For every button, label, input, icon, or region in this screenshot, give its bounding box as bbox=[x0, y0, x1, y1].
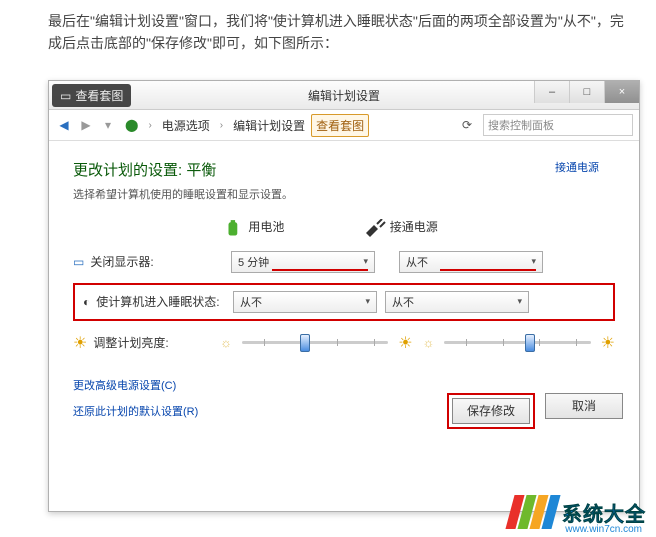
minimize-button[interactable]: – bbox=[534, 81, 569, 103]
button-row: 保存修改 取消 bbox=[447, 393, 623, 429]
up-button[interactable]: ▾ bbox=[99, 116, 117, 134]
gallery-overlay-label: 查看套图 bbox=[75, 87, 123, 104]
brightness-plugged-slider[interactable] bbox=[444, 335, 590, 351]
instruction-text: 最后在"编辑计划设置"窗口，我们将"使计算机进入睡眠状态"后面的两项全部设置为"… bbox=[0, 0, 656, 60]
row-display-label: 关闭显示器: bbox=[90, 253, 153, 270]
save-button-highlight: 保存修改 bbox=[447, 393, 535, 429]
page-heading: 更改计划的设置: 平衡 bbox=[73, 159, 615, 180]
refresh-button[interactable]: ⟳ bbox=[455, 118, 479, 132]
power-source-link[interactable]: 接通电源 bbox=[555, 159, 599, 175]
sleep-row-highlight: ◐ 使计算机进入睡眠状态: 从不▾ 从不▾ bbox=[73, 283, 615, 321]
brightness-low-icon: ☼ bbox=[220, 335, 232, 350]
cancel-button[interactable]: 取消 bbox=[545, 393, 623, 419]
breadcrumb[interactable]: ⬤ › 电源选项 › 编辑计划设置 查看套图 bbox=[121, 114, 451, 137]
chevron-down-icon: ▾ bbox=[363, 256, 368, 267]
chevron-down-icon: ▾ bbox=[365, 296, 370, 307]
advanced-settings-link[interactable]: 更改高级电源设置(C) bbox=[73, 377, 615, 393]
page-subheading: 选择希望计算机使用的睡眠设置和显示设置。 bbox=[73, 186, 615, 202]
back-button[interactable]: ◀ bbox=[55, 116, 73, 134]
battery-icon bbox=[223, 219, 245, 237]
titlebar: 编辑计划设置 – □ × bbox=[49, 81, 639, 110]
brightness-low-icon: ☼ bbox=[423, 335, 435, 350]
crumb-power-options[interactable]: 电源选项 bbox=[158, 115, 214, 136]
chevron-down-icon: ▾ bbox=[517, 296, 522, 307]
brightness-high-icon: ☀ bbox=[398, 333, 412, 353]
display-off-battery-select[interactable]: 5 分钟▾ bbox=[231, 251, 375, 273]
chevron-right-icon: › bbox=[144, 118, 155, 133]
sleep-icon: ◐ bbox=[83, 295, 90, 309]
plug-icon bbox=[364, 219, 386, 237]
display-off-plugged-select[interactable]: 从不▾ bbox=[399, 251, 543, 273]
col-plugged: 接通电源 bbox=[364, 218, 437, 237]
maximize-button[interactable]: □ bbox=[569, 81, 604, 103]
sleep-battery-select[interactable]: 从不▾ bbox=[233, 291, 377, 313]
watermark-url: www.win7cn.com bbox=[565, 524, 642, 535]
forward-button[interactable]: ▶ bbox=[77, 116, 95, 134]
close-button[interactable]: × bbox=[604, 81, 639, 103]
search-input[interactable]: 搜索控制面板 bbox=[483, 114, 633, 136]
navbar: ◀ ▶ ▾ ⬤ › 电源选项 › 编辑计划设置 查看套图 ⟳ 搜索控制面板 bbox=[49, 110, 639, 141]
content-area: 更改计划的设置: 平衡 选择希望计算机使用的睡眠设置和显示设置。 接通电源 用电… bbox=[49, 141, 639, 439]
crumb-current[interactable]: 查看套图 bbox=[311, 114, 369, 137]
monitor-icon: ▭ bbox=[73, 255, 84, 269]
brightness-battery-slider[interactable] bbox=[242, 335, 388, 351]
sleep-plugged-select[interactable]: 从不▾ bbox=[385, 291, 529, 313]
row-brightness-label: 调整计划亮度: bbox=[93, 334, 168, 351]
chevron-down-icon: ▾ bbox=[531, 256, 536, 267]
crumb-edit-plan[interactable]: 编辑计划设置 bbox=[229, 115, 309, 136]
power-icon: ⬤ bbox=[121, 116, 142, 134]
col-battery: 用电池 bbox=[223, 218, 284, 237]
brightness-high-icon: ☀ bbox=[601, 333, 615, 353]
chevron-right-icon: › bbox=[216, 118, 227, 133]
save-button[interactable]: 保存修改 bbox=[452, 398, 530, 424]
row-display-off: ▭ 关闭显示器: 5 分钟▾ 从不▾ bbox=[73, 251, 615, 273]
search-placeholder: 搜索控制面板 bbox=[488, 117, 554, 133]
row-sleep-label: 使计算机进入睡眠状态: bbox=[96, 293, 219, 310]
settings-window: ▭ 查看套图 编辑计划设置 – □ × ◀ ▶ ▾ ⬤ › 电源选项 › 编辑计… bbox=[48, 80, 640, 512]
gallery-icon: ▭ bbox=[60, 89, 71, 103]
column-headers: 用电池 接通电源 bbox=[223, 218, 615, 237]
row-brightness: ☀ 调整计划亮度: ☼ ☀ ☼ ☀ bbox=[73, 333, 615, 353]
gallery-overlay[interactable]: ▭ 查看套图 bbox=[52, 84, 131, 107]
brightness-icon: ☀ bbox=[73, 333, 87, 353]
